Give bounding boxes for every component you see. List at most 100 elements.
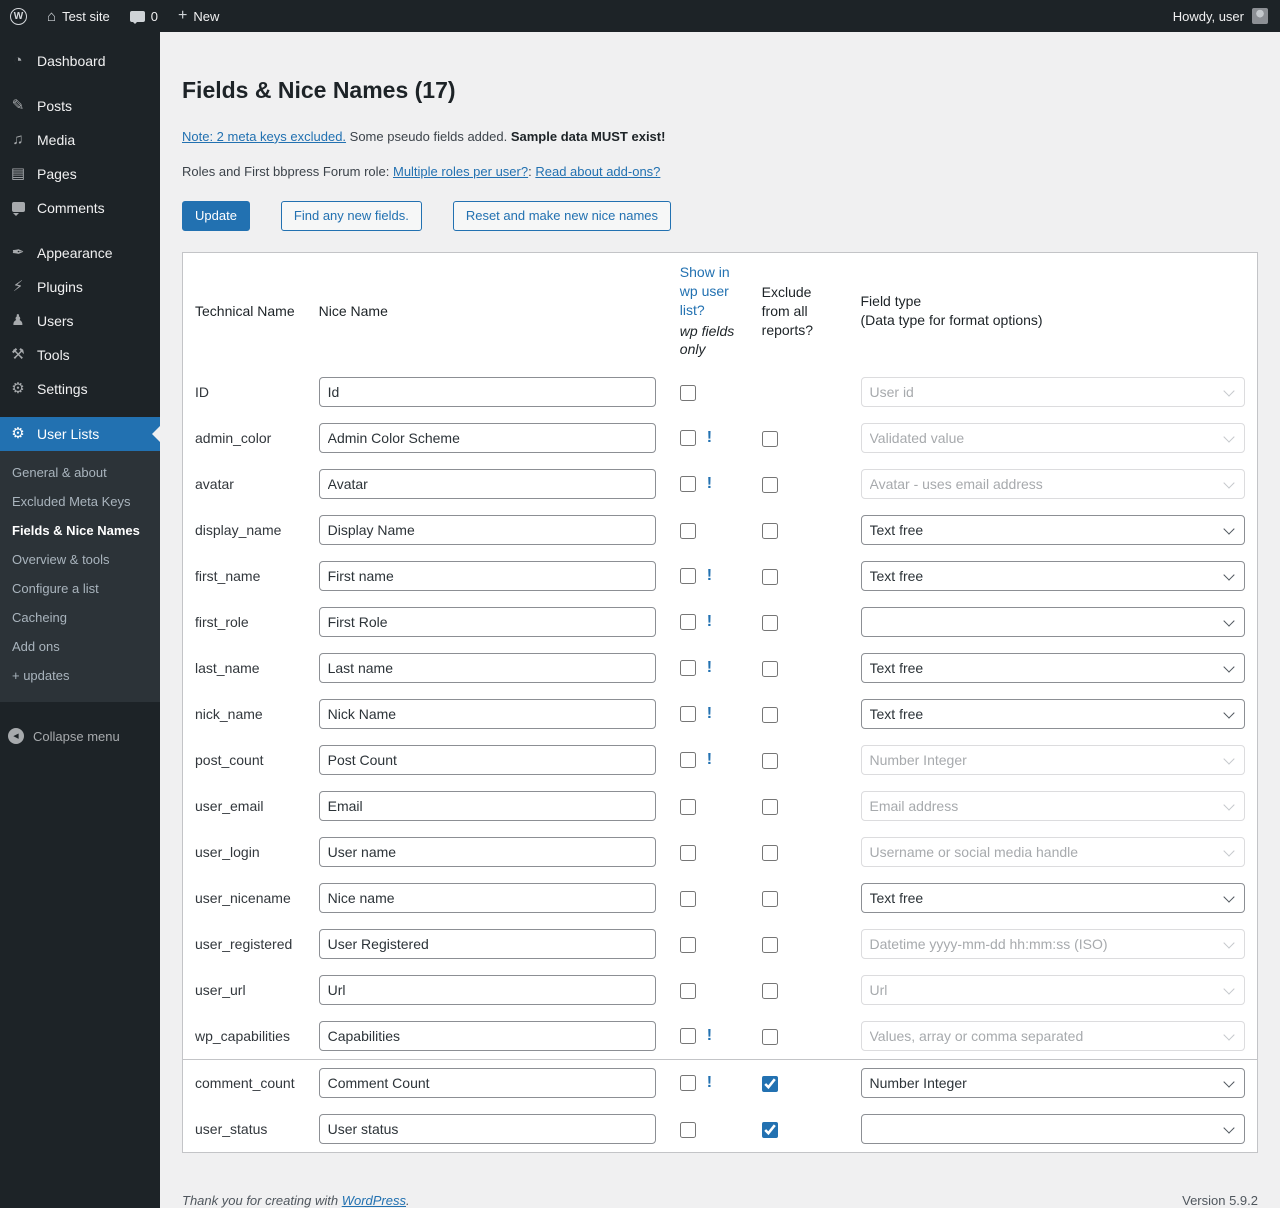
field-type-select-wrap: Text free (860, 883, 1245, 914)
submenu-item-overview-tools[interactable]: Overview & tools (0, 545, 160, 574)
show-in-list-checkbox[interactable] (679, 614, 696, 631)
submenu-item-general-about[interactable]: General & about (0, 458, 160, 487)
sidebar-item-media[interactable]: ♫ Media (0, 123, 160, 157)
show-in-list-checkbox[interactable] (679, 430, 696, 447)
show-in-list-checkbox[interactable] (679, 1075, 696, 1092)
sidebar-item-user-lists[interactable]: ⚙ User Lists (0, 417, 160, 451)
wordpress-link[interactable]: WordPress (342, 1193, 406, 1208)
show-in-wp-user-list-link[interactable]: Show in wp user list? (680, 264, 730, 318)
exclude-from-reports-checkbox[interactable] (761, 936, 778, 953)
submenu-item-add-ons[interactable]: Add ons (0, 632, 160, 661)
submenu-item-updates[interactable]: + updates (0, 661, 160, 690)
show-in-list-checkbox[interactable] (679, 890, 696, 907)
multiple-roles-link[interactable]: Multiple roles per user? (393, 164, 528, 179)
show-in-list-checkbox[interactable] (679, 1121, 696, 1138)
nice-name-input[interactable] (318, 1068, 656, 1099)
field-type-select-wrap (860, 1114, 1245, 1145)
nice-name-input[interactable] (318, 1021, 656, 1052)
field-type-select[interactable]: Text free (860, 561, 1245, 592)
sidebar-item-plugins[interactable]: ⚡ Plugins (0, 270, 160, 304)
meta-keys-excluded-link[interactable]: Note: 2 meta keys excluded. (182, 129, 346, 144)
nice-name-input[interactable] (318, 423, 656, 454)
site-name-menu[interactable]: ⌂ Test site (37, 0, 120, 32)
exclude-from-reports-checkbox[interactable] (761, 706, 778, 723)
show-in-list-checkbox[interactable] (679, 660, 696, 677)
show-in-list-checkbox[interactable] (679, 568, 696, 585)
update-button[interactable]: Update (182, 200, 250, 231)
find-new-fields-button[interactable]: Find any new fields. (280, 200, 422, 231)
show-in-list-checkbox[interactable] (679, 936, 696, 953)
sidebar-item-appearance[interactable]: ✒ Appearance (0, 236, 160, 270)
field-type-select[interactable] (860, 1114, 1245, 1145)
field-type-select[interactable]: Text free (860, 515, 1245, 546)
collapse-menu-button[interactable]: ◀ Collapse menu (0, 720, 160, 752)
show-in-list-checkbox[interactable] (679, 798, 696, 815)
field-type-select[interactable]: Text free (860, 699, 1245, 730)
my-account-menu[interactable]: Howdy, user (1161, 8, 1280, 24)
field-type-select[interactable]: Number Integer (860, 1068, 1245, 1099)
field-row: avatar ! (183, 461, 1258, 507)
show-in-list-checkbox[interactable] (679, 384, 696, 401)
nice-name-input[interactable] (318, 745, 656, 776)
nice-name-input[interactable] (318, 561, 656, 592)
field-type-select[interactable]: Text free (860, 883, 1245, 914)
show-in-list-checkbox[interactable] (679, 476, 696, 493)
show-in-list-checkbox[interactable] (679, 1028, 696, 1045)
exclude-from-reports-checkbox[interactable] (761, 522, 778, 539)
nice-name-input[interactable] (318, 837, 656, 868)
nice-name-input[interactable] (318, 377, 656, 408)
sidebar-item-settings[interactable]: ⚙ Settings (0, 372, 160, 406)
sidebar-item-tools[interactable]: ⚒ Tools (0, 338, 160, 372)
exclude-from-reports-checkbox[interactable] (761, 614, 778, 631)
exclude-from-reports-checkbox[interactable] (761, 844, 778, 861)
show-in-list-checkbox[interactable] (679, 752, 696, 769)
submenu-item-excluded-meta-keys[interactable]: Excluded Meta Keys (0, 487, 160, 516)
submenu-item-configure-a-list[interactable]: Configure a list (0, 574, 160, 603)
exclude-from-reports-checkbox[interactable] (761, 798, 778, 815)
sidebar-item-users[interactable]: ♟ Users (0, 304, 160, 338)
reset-nice-names-button[interactable]: Reset and make new nice names (452, 200, 672, 231)
exclude-from-reports-checkbox[interactable] (761, 1121, 778, 1138)
comments-menu[interactable]: 0 (120, 0, 168, 32)
nice-name-input[interactable] (318, 791, 656, 822)
exclude-from-reports-checkbox[interactable] (761, 430, 778, 447)
field-type-select[interactable]: Text free (860, 653, 1245, 684)
show-in-list-checkbox[interactable] (679, 706, 696, 723)
exclude-cell (750, 1013, 849, 1060)
exclude-from-reports-checkbox[interactable] (761, 982, 778, 999)
sidebar-item-dashboard[interactable]: ◔ Dashboard (0, 44, 160, 78)
nice-name-input[interactable] (318, 469, 656, 500)
field-type-select[interactable] (860, 607, 1245, 638)
nice-name-input[interactable] (318, 1114, 656, 1145)
nice-name-input[interactable] (318, 653, 656, 684)
nice-name-input[interactable] (318, 515, 656, 546)
field-type-select: Username or social media handle (860, 837, 1245, 868)
nice-name-input[interactable] (318, 929, 656, 960)
nice-name-input[interactable] (318, 699, 656, 730)
exclude-cell (750, 369, 849, 415)
nice-name-input[interactable] (318, 883, 656, 914)
nice-name-cell (307, 691, 668, 737)
nice-name-input[interactable] (318, 607, 656, 638)
submenu-item-cacheing[interactable]: Cacheing (0, 603, 160, 632)
nice-name-cell (307, 737, 668, 783)
read-about-addons-link[interactable]: Read about add-ons? (535, 164, 660, 179)
exclude-from-reports-checkbox[interactable] (761, 1075, 778, 1092)
show-in-list-checkbox[interactable] (679, 844, 696, 861)
exclude-from-reports-checkbox[interactable] (761, 1028, 778, 1045)
exclude-from-reports-checkbox[interactable] (761, 660, 778, 677)
exclude-from-reports-checkbox[interactable] (761, 568, 778, 585)
admin-bar: W ⌂ Test site 0 + New Howdy, user (0, 0, 1280, 32)
show-in-list-checkbox[interactable] (679, 522, 696, 539)
new-content-menu[interactable]: + New (168, 0, 229, 32)
exclude-from-reports-checkbox[interactable] (761, 476, 778, 493)
wp-logo-menu[interactable]: W (0, 0, 37, 32)
show-in-list-checkbox[interactable] (679, 982, 696, 999)
sidebar-item-comments[interactable]: Comments (0, 191, 160, 225)
exclude-from-reports-checkbox[interactable] (761, 752, 778, 769)
nice-name-input[interactable] (318, 975, 656, 1006)
sidebar-item-pages[interactable]: ▤ Pages (0, 157, 160, 191)
submenu-item-fields-nice-names[interactable]: Fields & Nice Names (0, 516, 160, 545)
exclude-from-reports-checkbox[interactable] (761, 890, 778, 907)
sidebar-item-posts[interactable]: ✎ Posts (0, 89, 160, 123)
